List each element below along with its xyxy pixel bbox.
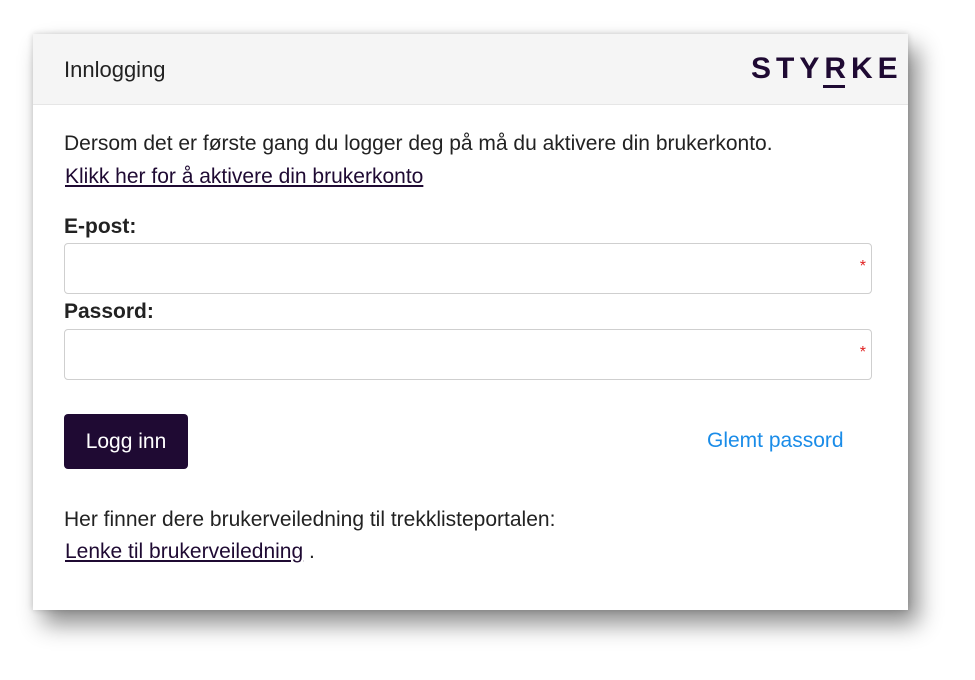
password-required-marker: * — [859, 344, 866, 361]
logo-underline — [823, 85, 845, 88]
logo-text: STYRKE — [751, 52, 903, 85]
email-label: E-post: — [64, 215, 137, 238]
forgot-password-link[interactable]: Glemt passord — [707, 429, 844, 453]
password-label: Passord: — [64, 300, 154, 323]
intro-text: Dersom det er første gang du logger deg … — [64, 132, 773, 155]
password-field[interactable]: * — [64, 329, 872, 380]
user-guide-link[interactable]: Lenke til brukerveiledning — [65, 540, 303, 563]
login-button[interactable]: Logg inn — [64, 414, 188, 469]
guide-link-suffix: . — [303, 540, 315, 563]
styrke-logo: STYRKE — [751, 48, 898, 92]
card-header: Innlogging STYRKE — [33, 34, 908, 105]
guide-link-row: Lenke til brukerveiledning . — [65, 540, 315, 564]
login-card: Innlogging STYRKE Dersom det er første g… — [33, 34, 908, 610]
email-field[interactable]: * — [64, 243, 872, 294]
email-required-marker: * — [859, 258, 866, 275]
card-title: Innlogging — [64, 57, 166, 82]
activate-account-link[interactable]: Klikk her for å aktivere din brukerkonto — [65, 165, 423, 189]
guide-text: Her finner dere brukerveiledning til tre… — [64, 508, 556, 531]
